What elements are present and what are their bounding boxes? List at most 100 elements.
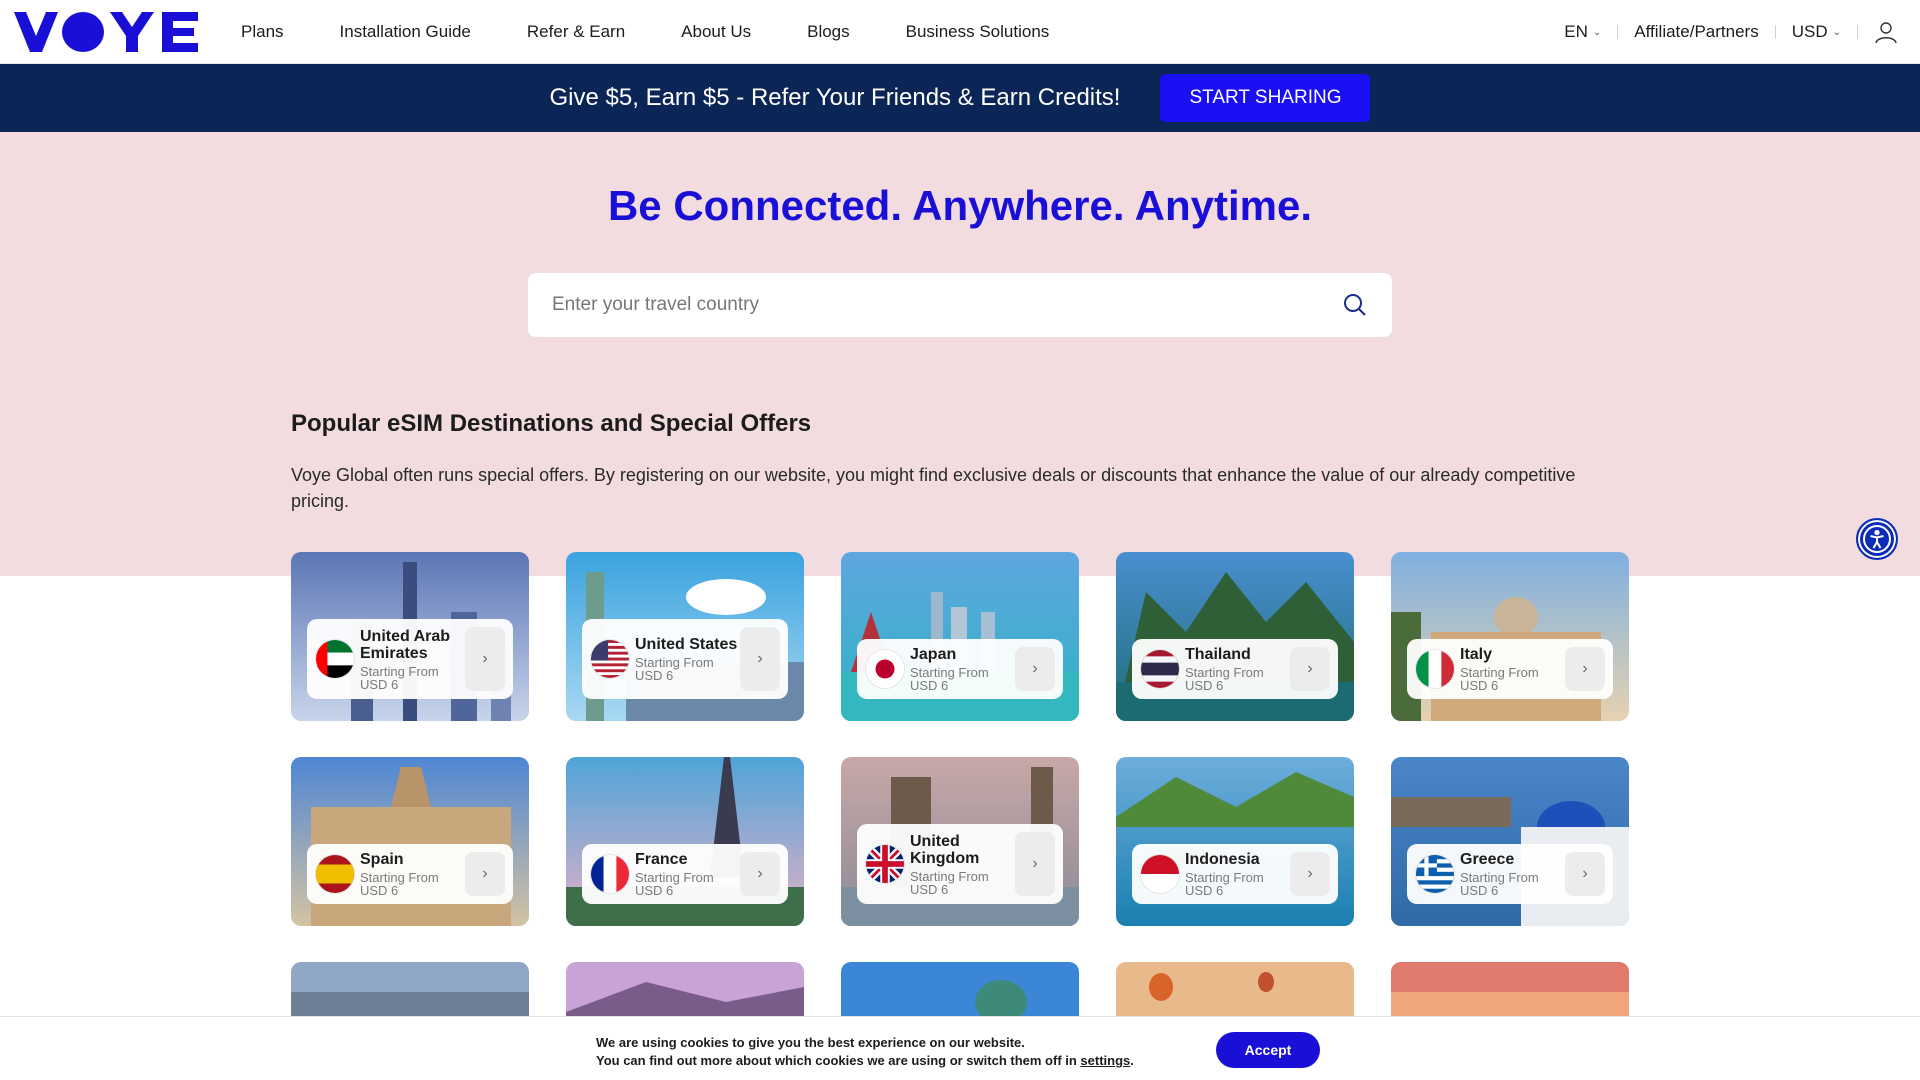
- chevron-right-icon[interactable]: ›: [1015, 832, 1055, 896]
- price-value: USD 6: [360, 676, 399, 692]
- language-select[interactable]: EN ⌄: [1564, 22, 1601, 42]
- italy-flag-icon: [1415, 649, 1455, 689]
- country-name: Thailand: [1185, 646, 1251, 663]
- banner-text: Give $5, Earn $5 - Refer Your Friends & …: [549, 84, 1121, 111]
- section-title: Popular eSIM Destinations and Special Of…: [291, 410, 812, 437]
- site-header: Plans Installation Guide Refer & Earn Ab…: [0, 0, 1920, 64]
- card-text: United Arab Emirates Starting From USD 6: [360, 628, 465, 691]
- cookie-settings-link[interactable]: settings: [1080, 1053, 1130, 1068]
- thailand-flag-icon: [1140, 649, 1180, 689]
- price-value: USD 6: [1460, 678, 1499, 693]
- main-nav: Plans Installation Guide Refer & Earn Ab…: [241, 0, 1105, 64]
- destination-card[interactable]: France Starting From USD 6 ›: [566, 757, 804, 926]
- voye-logo[interactable]: [14, 12, 200, 52]
- japan-flag-icon: [865, 649, 905, 689]
- currency-select[interactable]: USD ⌄: [1792, 22, 1841, 42]
- chevron-right-icon[interactable]: ›: [1565, 852, 1605, 896]
- card-info: Japan Starting From USD 6 ›: [857, 639, 1063, 699]
- destination-card[interactable]: Indonesia Starting From USD 6 ›: [1116, 757, 1354, 926]
- france-flag-icon: [590, 854, 630, 894]
- nav-item-blogs[interactable]: Blogs: [807, 22, 850, 42]
- accessibility-icon: [1863, 525, 1891, 553]
- price-label: Starting From: [360, 663, 439, 679]
- usa-flag-icon: [590, 639, 630, 679]
- destination-card[interactable]: United Arab Emirates Starting From USD 6…: [291, 552, 529, 721]
- card-info: United Kingdom Starting From USD 6 ›: [857, 824, 1063, 904]
- cookie-text: We are using cookies to give you the bes…: [596, 1034, 1134, 1070]
- chevron-right-icon[interactable]: ›: [1565, 647, 1605, 691]
- chevron-down-icon: ⌄: [1832, 26, 1841, 38]
- header-right: EN ⌄ Affiliate/Partners USD ⌄: [1564, 0, 1898, 64]
- affiliate-link[interactable]: Affiliate/Partners: [1634, 22, 1758, 42]
- hero-title: Be Connected. Anywhere. Anytime.: [607, 182, 1313, 229]
- section-description: Voye Global often runs special offers. B…: [291, 465, 1576, 511]
- destination-card[interactable]: Spain Starting From USD 6 ›: [291, 757, 529, 926]
- chevron-right-icon[interactable]: ›: [740, 627, 780, 691]
- hero-section: Be Connected. Anywhere. Anytime. Popular…: [0, 132, 1920, 576]
- currency-label: USD: [1791, 22, 1828, 41]
- destination-card[interactable]: Japan Starting From USD 6 ›: [841, 552, 1079, 721]
- cookie-line-2: You can find out more about which cookie…: [596, 1052, 1134, 1070]
- accept-cookies-button[interactable]: Accept: [1216, 1032, 1320, 1068]
- chevron-right-icon[interactable]: ›: [1290, 647, 1330, 691]
- card-info: United States Starting From USD 6 ›: [582, 619, 788, 699]
- chevron-right-icon[interactable]: ›: [465, 852, 505, 896]
- nav-item-about-us[interactable]: About Us: [681, 22, 751, 42]
- nav-item-installation-guide[interactable]: Installation Guide: [340, 22, 471, 42]
- destination-card[interactable]: Italy Starting From USD 6 ›: [1391, 552, 1629, 721]
- chevron-right-icon[interactable]: ›: [465, 627, 505, 691]
- card-text: United Kingdom Starting From USD 6: [910, 833, 1015, 896]
- chevron-right-icon[interactable]: ›: [1290, 852, 1330, 896]
- country-name: United States: [635, 636, 738, 653]
- accessibility-button[interactable]: [1856, 518, 1898, 560]
- cookie-line-1: We are using cookies to give you the bes…: [596, 1035, 1025, 1050]
- card-info: Spain Starting From USD 6 ›: [307, 844, 513, 904]
- price-value: USD 6: [1185, 883, 1224, 898]
- country-name: Japan: [910, 646, 957, 663]
- card-info: France Starting From USD 6 ›: [582, 844, 788, 904]
- destination-card[interactable]: Thailand Starting From USD 6 ›: [1116, 552, 1354, 721]
- card-info: Indonesia Starting From USD 6 ›: [1132, 844, 1338, 904]
- uae-flag-icon: [315, 639, 355, 679]
- card-info: Thailand Starting From USD 6 ›: [1132, 639, 1338, 699]
- language-label: EN: [1564, 22, 1588, 41]
- destination-card[interactable]: United Kingdom Starting From USD 6 ›: [841, 757, 1079, 926]
- chevron-down-icon: ⌄: [1592, 26, 1602, 38]
- search-box: [528, 273, 1392, 337]
- price-value: USD 6: [635, 883, 674, 898]
- start-sharing-button[interactable]: START SHARING: [1160, 74, 1371, 122]
- price-value: USD 6: [635, 668, 674, 683]
- divider: [1774, 25, 1776, 39]
- destination-card[interactable]: United States Starting From USD 6 ›: [566, 552, 804, 721]
- referral-banner: Give $5, Earn $5 - Refer Your Friends & …: [0, 64, 1920, 132]
- price-value: USD 6: [1185, 678, 1224, 693]
- country-name: Spain: [360, 851, 404, 868]
- user-account-icon[interactable]: [1874, 20, 1898, 44]
- country-search-input[interactable]: [552, 294, 1342, 316]
- country-name: United Kingdom: [910, 832, 980, 867]
- cookie-line-2-prefix: You can find out more about which cookie…: [596, 1053, 1081, 1068]
- search-icon[interactable]: [1342, 292, 1368, 318]
- chevron-right-icon[interactable]: ›: [740, 852, 780, 896]
- country-name: Indonesia: [1185, 851, 1260, 868]
- card-text: Greece Starting From USD 6: [1460, 851, 1565, 897]
- destination-card[interactable]: Greece Starting From USD 6 ›: [1391, 757, 1629, 926]
- price-label: Starting From: [910, 868, 989, 884]
- card-info: United Arab Emirates Starting From USD 6…: [307, 619, 513, 699]
- country-name: United Arab Emirates: [360, 627, 451, 662]
- price-value: USD 6: [1460, 883, 1499, 898]
- divider: [1857, 25, 1858, 39]
- price-value: USD 6: [910, 678, 949, 693]
- cookie-banner: We are using cookies to give you the bes…: [0, 1016, 1920, 1080]
- price-value: USD 6: [360, 883, 399, 898]
- nav-item-business-solutions[interactable]: Business Solutions: [906, 22, 1050, 42]
- spain-flag-icon: [315, 854, 355, 894]
- divider: [1617, 25, 1619, 39]
- uk-flag-icon: [865, 844, 905, 884]
- chevron-right-icon[interactable]: ›: [1015, 647, 1055, 691]
- nav-item-plans[interactable]: Plans: [241, 22, 284, 42]
- greece-flag-icon: [1415, 854, 1455, 894]
- nav-item-refer-earn[interactable]: Refer & Earn: [527, 22, 625, 42]
- country-name: France: [635, 851, 688, 868]
- card-info: Italy Starting From USD 6 ›: [1407, 639, 1613, 699]
